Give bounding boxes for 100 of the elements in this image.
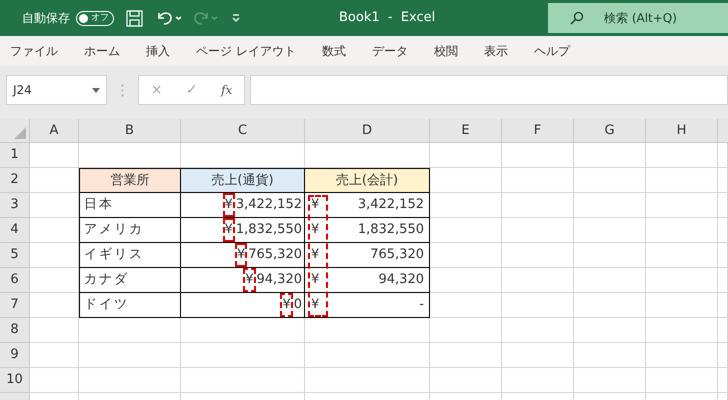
column-header[interactable]: F bbox=[502, 119, 574, 142]
row-header[interactable]: 8 bbox=[0, 318, 30, 343]
grid-cell[interactable] bbox=[646, 243, 718, 268]
grid-cell[interactable] bbox=[30, 143, 79, 168]
column-header[interactable]: A bbox=[30, 119, 79, 142]
table-cell[interactable]: ¥ 0 bbox=[181, 293, 305, 318]
grid-cell[interactable] bbox=[430, 243, 502, 268]
grid-cell[interactable] bbox=[30, 243, 79, 268]
grid-cell[interactable] bbox=[181, 318, 305, 343]
grid-cell[interactable] bbox=[79, 343, 181, 368]
grid-cell[interactable] bbox=[646, 143, 718, 168]
ribbon-tab[interactable]: ホーム bbox=[84, 36, 120, 66]
ribbon-tab[interactable]: ファイル bbox=[10, 36, 58, 66]
grid-cell[interactable] bbox=[79, 368, 181, 393]
table-cell[interactable]: イギリス bbox=[79, 243, 181, 268]
grid-cell[interactable] bbox=[718, 143, 728, 168]
select-all-icon[interactable] bbox=[14, 127, 26, 139]
grid-cell[interactable] bbox=[30, 318, 79, 343]
table-cell[interactable]: ¥ 3,422,152 bbox=[181, 193, 305, 218]
row-header[interactable]: 9 bbox=[0, 343, 30, 368]
ribbon-tab[interactable]: 校閲 bbox=[434, 36, 458, 66]
grid-cell[interactable] bbox=[502, 318, 574, 343]
grid-cell[interactable] bbox=[574, 193, 646, 218]
grid-cell[interactable] bbox=[718, 268, 728, 293]
undo-icon[interactable] bbox=[157, 10, 183, 26]
row-header[interactable]: 6 bbox=[0, 268, 30, 293]
grid-cell[interactable] bbox=[30, 368, 79, 393]
header-cell[interactable]: 売上(通貨) bbox=[181, 168, 305, 193]
grid-cell[interactable] bbox=[430, 368, 502, 393]
table-cell[interactable]: ¥ 765,320 bbox=[181, 243, 305, 268]
header-cell[interactable]: 営業所 bbox=[79, 168, 181, 193]
table-cell[interactable]: ドイツ bbox=[79, 293, 181, 318]
grid-cell[interactable] bbox=[30, 218, 79, 243]
ribbon-tab[interactable]: データ bbox=[372, 36, 408, 66]
grid-cell[interactable] bbox=[574, 268, 646, 293]
grid-cell[interactable] bbox=[430, 168, 502, 193]
grid-cell[interactable] bbox=[718, 193, 728, 218]
grid-cell[interactable] bbox=[574, 243, 646, 268]
column-header[interactable]: H bbox=[646, 119, 718, 142]
ribbon-tab[interactable]: 挿入 bbox=[146, 36, 170, 66]
column-header[interactable]: G bbox=[574, 119, 646, 142]
grid-cell[interactable] bbox=[502, 218, 574, 243]
table-cell[interactable]: アメリカ bbox=[79, 218, 181, 243]
row-header[interactable]: 1 bbox=[0, 143, 30, 168]
grid-cell[interactable] bbox=[30, 193, 79, 218]
grid-cell[interactable] bbox=[79, 318, 181, 343]
formula-input[interactable] bbox=[250, 75, 728, 105]
grid-cell[interactable] bbox=[646, 368, 718, 393]
grid-cell[interactable] bbox=[718, 318, 728, 343]
grid-cell[interactable] bbox=[502, 243, 574, 268]
table-cell[interactable]: ¥ 1,832,550 bbox=[305, 218, 430, 243]
grid-cell[interactable] bbox=[181, 343, 305, 368]
grid-cell[interactable] bbox=[574, 218, 646, 243]
grid-cell[interactable] bbox=[30, 268, 79, 293]
ribbon-tab[interactable]: 数式 bbox=[322, 36, 346, 66]
grid-cell[interactable] bbox=[574, 343, 646, 368]
name-box[interactable]: J24 bbox=[6, 75, 107, 105]
row-header[interactable]: 5 bbox=[0, 243, 30, 268]
grid-cell[interactable] bbox=[181, 368, 305, 393]
row-header[interactable]: 2 bbox=[0, 168, 30, 193]
grid-cell[interactable] bbox=[502, 143, 574, 168]
grid-cell[interactable] bbox=[718, 168, 728, 193]
grid-cell[interactable] bbox=[502, 193, 574, 218]
table-cell[interactable]: ¥ 765,320 bbox=[305, 243, 430, 268]
grid-cell[interactable] bbox=[718, 343, 728, 368]
grid-cell[interactable] bbox=[430, 143, 502, 168]
grid-cell[interactable] bbox=[502, 368, 574, 393]
grid-cell[interactable] bbox=[430, 318, 502, 343]
ribbon-tab[interactable]: ページ レイアウト bbox=[196, 36, 296, 66]
grid-cell[interactable] bbox=[30, 343, 79, 368]
row-header[interactable]: 10 bbox=[0, 368, 30, 393]
table-cell[interactable]: ¥ 1,832,550 bbox=[181, 218, 305, 243]
column-header[interactable]: C bbox=[181, 119, 305, 142]
row-header[interactable]: 7 bbox=[0, 293, 30, 318]
customize-icon[interactable] bbox=[231, 13, 241, 23]
grid-cell[interactable] bbox=[646, 318, 718, 343]
grid-cell[interactable] bbox=[718, 218, 728, 243]
column-header[interactable]: E bbox=[430, 119, 502, 142]
table-cell[interactable]: ¥ 94,320 bbox=[181, 268, 305, 293]
grid-cell[interactable] bbox=[646, 168, 718, 193]
table-cell[interactable]: カナダ bbox=[79, 268, 181, 293]
grid-cell[interactable] bbox=[718, 368, 728, 393]
grid-cell[interactable] bbox=[30, 293, 79, 318]
column-header[interactable]: D bbox=[305, 119, 430, 142]
search-field[interactable]: 検索 (Alt+Q) bbox=[548, 3, 728, 33]
save-icon[interactable] bbox=[126, 10, 143, 26]
header-cell[interactable]: 売上(会計) bbox=[305, 168, 430, 193]
grid-cell[interactable] bbox=[502, 168, 574, 193]
ribbon-tab[interactable]: ヘルプ bbox=[534, 36, 570, 66]
table-cell[interactable]: ¥ 3,422,152 bbox=[305, 193, 430, 218]
insert-function-button[interactable]: fx bbox=[221, 81, 232, 99]
grid-cell[interactable] bbox=[574, 368, 646, 393]
grid-cell[interactable] bbox=[646, 293, 718, 318]
autosave-toggle[interactable]: オフ bbox=[76, 10, 114, 26]
grid-cell[interactable] bbox=[305, 318, 430, 343]
grid-cell[interactable] bbox=[718, 293, 728, 318]
grid-cell[interactable] bbox=[574, 293, 646, 318]
row-header[interactable]: 3 bbox=[0, 193, 30, 218]
grid-cell[interactable] bbox=[430, 193, 502, 218]
grid-cell[interactable] bbox=[646, 193, 718, 218]
